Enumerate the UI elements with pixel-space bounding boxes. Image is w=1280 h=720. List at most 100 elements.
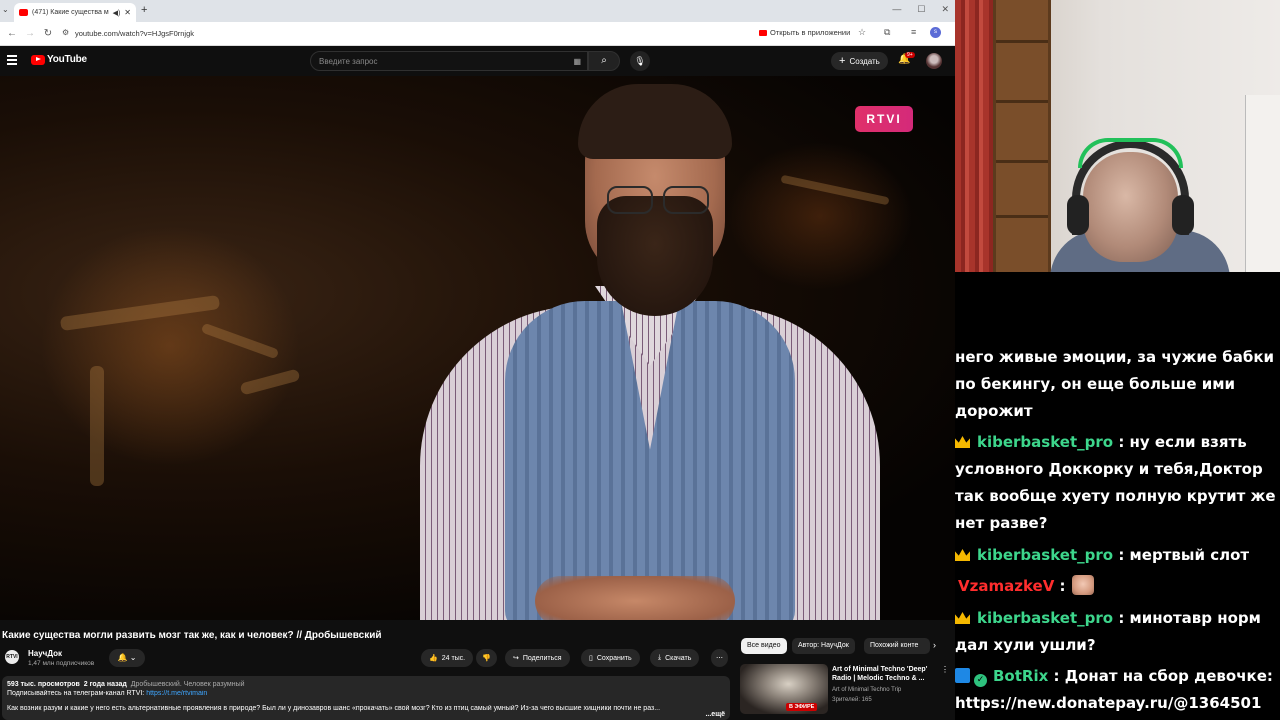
url-field[interactable]: youtube.com/watch?v=HJgsF0rnjgk <box>75 29 194 38</box>
chat-message: kiberbasket_pro : мертвый слот <box>955 542 1280 569</box>
presenter-hair <box>578 84 732 159</box>
plus-icon: + <box>839 55 846 67</box>
subscriber-count: 1,47 млн подписчиков <box>28 660 95 667</box>
address-bar: ← → ↻ ⚙ youtube.com/watch?v=HJgsF0rnjgk … <box>0 22 955 46</box>
media-control-icon[interactable]: ≡ <box>911 27 916 37</box>
chips-next-chevron-icon[interactable]: › <box>933 640 936 650</box>
open-in-app-button[interactable]: Открыть в приложении <box>759 28 850 37</box>
site-info-icon[interactable]: ⚙ <box>62 28 69 37</box>
thumbs-up-icon: 👍 <box>429 655 438 662</box>
download-label: Скачать <box>665 654 692 662</box>
share-label: Поделиться <box>522 654 562 662</box>
telegram-text: Подписывайтесь на телеграм-канал RTVI: <box>7 690 145 697</box>
create-button[interactable]: + Создать <box>831 52 888 70</box>
new-tab-button[interactable]: + <box>141 4 147 16</box>
like-count: 24 тыс. <box>441 654 466 662</box>
dislike-button[interactable]: 👎 <box>476 649 497 667</box>
chat-text: : мертвый слот <box>1118 546 1250 564</box>
upload-age: 2 года назад <box>83 681 127 688</box>
more-horizontal-icon: ⋯ <box>716 655 723 662</box>
share-button[interactable]: ↪ Поделиться <box>505 649 570 667</box>
headset-ear-left <box>1067 195 1089 235</box>
chat-text: : <box>1059 577 1066 595</box>
chat-message: VzamazkeV : <box>955 573 1280 600</box>
browser-tab[interactable]: (471) Какие существа могли ◀) ✕ <box>14 3 136 22</box>
account-avatar[interactable] <box>926 53 942 69</box>
open-in-app-label: Открыть в приложении <box>770 28 851 37</box>
channel-name[interactable]: НаучДок <box>28 649 62 658</box>
create-label: Создать <box>849 56 880 66</box>
chat-message: kiberbasket_pro : минотавр норм дал хули… <box>955 605 1280 659</box>
video-player[interactable]: RTVI <box>0 76 955 620</box>
search-input[interactable]: Введите запрос ▦ <box>310 51 588 71</box>
forward-icon[interactable]: → <box>24 28 36 39</box>
skeleton-bone <box>90 366 104 486</box>
bookmark-star-icon[interactable]: ☆ <box>858 27 866 38</box>
back-icon[interactable]: ← <box>6 28 18 39</box>
headset-band <box>1078 138 1183 168</box>
voice-search-button[interactable]: 🎙 <box>630 51 650 71</box>
description-tags: Дробышевский. Человек разумный <box>130 681 245 688</box>
description-summary: Как возник разум и какие у него есть аль… <box>7 705 661 712</box>
telegram-link[interactable]: https://t.me/rtvimain <box>146 690 207 697</box>
reload-icon[interactable]: ↻ <box>42 28 54 39</box>
presenter-hands <box>535 576 735 620</box>
webcam-door <box>1245 95 1280 272</box>
bot-badge-icon <box>955 668 970 683</box>
more-actions-button[interactable]: ⋯ <box>711 649 728 667</box>
stream-chat: него живые эмоции, за чужие бабки по бек… <box>955 272 1280 720</box>
rtvi-watermark: RTVI <box>855 106 913 132</box>
chip-by-author[interactable]: Автор: НаучДок <box>792 638 855 654</box>
close-window-icon[interactable]: ✕ <box>941 4 949 15</box>
description-meta: 593 тыс. просмотров 2 года назад Дробыше… <box>7 681 725 688</box>
live-badge: В ЭФИРЕ <box>786 703 818 711</box>
recommendation-menu-icon[interactable]: ⋮ <box>941 665 949 674</box>
tab-search-chevron-icon[interactable]: ⌄ <box>2 5 9 14</box>
extensions-icon[interactable]: ⧉ <box>884 27 890 38</box>
chat-username: kiberbasket_pro <box>977 433 1114 451</box>
search-placeholder: Введите запрос <box>319 57 378 66</box>
minimize-icon[interactable]: — <box>892 4 901 15</box>
chat-username: kiberbasket_pro <box>977 546 1114 564</box>
channel-avatar[interactable]: RTVI <box>5 650 19 664</box>
description-box[interactable]: 593 тыс. просмотров 2 года назад Дробыше… <box>2 676 730 720</box>
keyboard-icon[interactable]: ▦ <box>573 57 581 66</box>
thumbs-down-icon: 👎 <box>482 655 491 662</box>
chat-username: BotRix <box>993 667 1049 685</box>
save-button[interactable]: ▯ Сохранить <box>581 649 640 667</box>
save-label: Сохранить <box>596 654 632 662</box>
show-more-link[interactable]: ...ещё <box>705 711 725 718</box>
recommendation-channel[interactable]: Art of Minimal Techno Trip <box>832 687 901 693</box>
search-button[interactable]: ⌕ <box>588 51 620 71</box>
notifications-badge: 9+ <box>905 52 915 58</box>
webcam-curtain <box>955 0 995 272</box>
tab-close-icon[interactable]: ✕ <box>124 8 131 17</box>
browser-profile-avatar[interactable]: s <box>930 27 941 38</box>
tab-audio-icon[interactable]: ◀) <box>113 9 121 17</box>
bookmark-icon: ▯ <box>589 655 593 662</box>
subscription-bell-button[interactable]: 🔔 ⌄ <box>109 649 145 667</box>
youtube-header: YouTube Введите запрос ▦ ⌕ 🎙 + Создать 🔔… <box>0 46 955 76</box>
window-controls: — ☐ ✕ <box>892 4 949 15</box>
bell-icon: 🔔 ⌄ <box>117 653 137 662</box>
headset-ear-right <box>1172 195 1194 235</box>
recommendation-title[interactable]: Art of Minimal Techno 'Deep' Radio | Mel… <box>832 665 932 683</box>
chat-username: VzamazkeV <box>958 577 1055 595</box>
download-button[interactable]: ⤓ Скачать <box>650 649 700 667</box>
youtube-favicon-icon <box>19 9 28 16</box>
youtube-play-icon <box>31 54 45 65</box>
crown-badge-icon <box>955 612 970 624</box>
chat-message-partial: него живые эмоции, за чужие бабки по бек… <box>955 348 1275 420</box>
youtube-logo[interactable]: YouTube <box>31 54 87 65</box>
background-glow <box>720 136 920 296</box>
maximize-icon[interactable]: ☐ <box>917 4 925 15</box>
menu-hamburger-icon[interactable] <box>7 55 17 65</box>
crown-badge-icon <box>955 549 970 561</box>
browser-tab-bar: ⌄ (471) Какие существа могли ◀) ✕ + — ☐ … <box>0 0 955 22</box>
chip-similar[interactable]: Похожий конте <box>864 638 930 654</box>
chip-all-videos[interactable]: Все видео <box>741 638 787 654</box>
recommendation-viewers: Зрителей: 165 <box>832 697 872 703</box>
webcam-overlay <box>955 0 1280 272</box>
verified-check-icon: ✓ <box>974 674 987 687</box>
like-button[interactable]: 👍 24 тыс. <box>421 649 474 667</box>
